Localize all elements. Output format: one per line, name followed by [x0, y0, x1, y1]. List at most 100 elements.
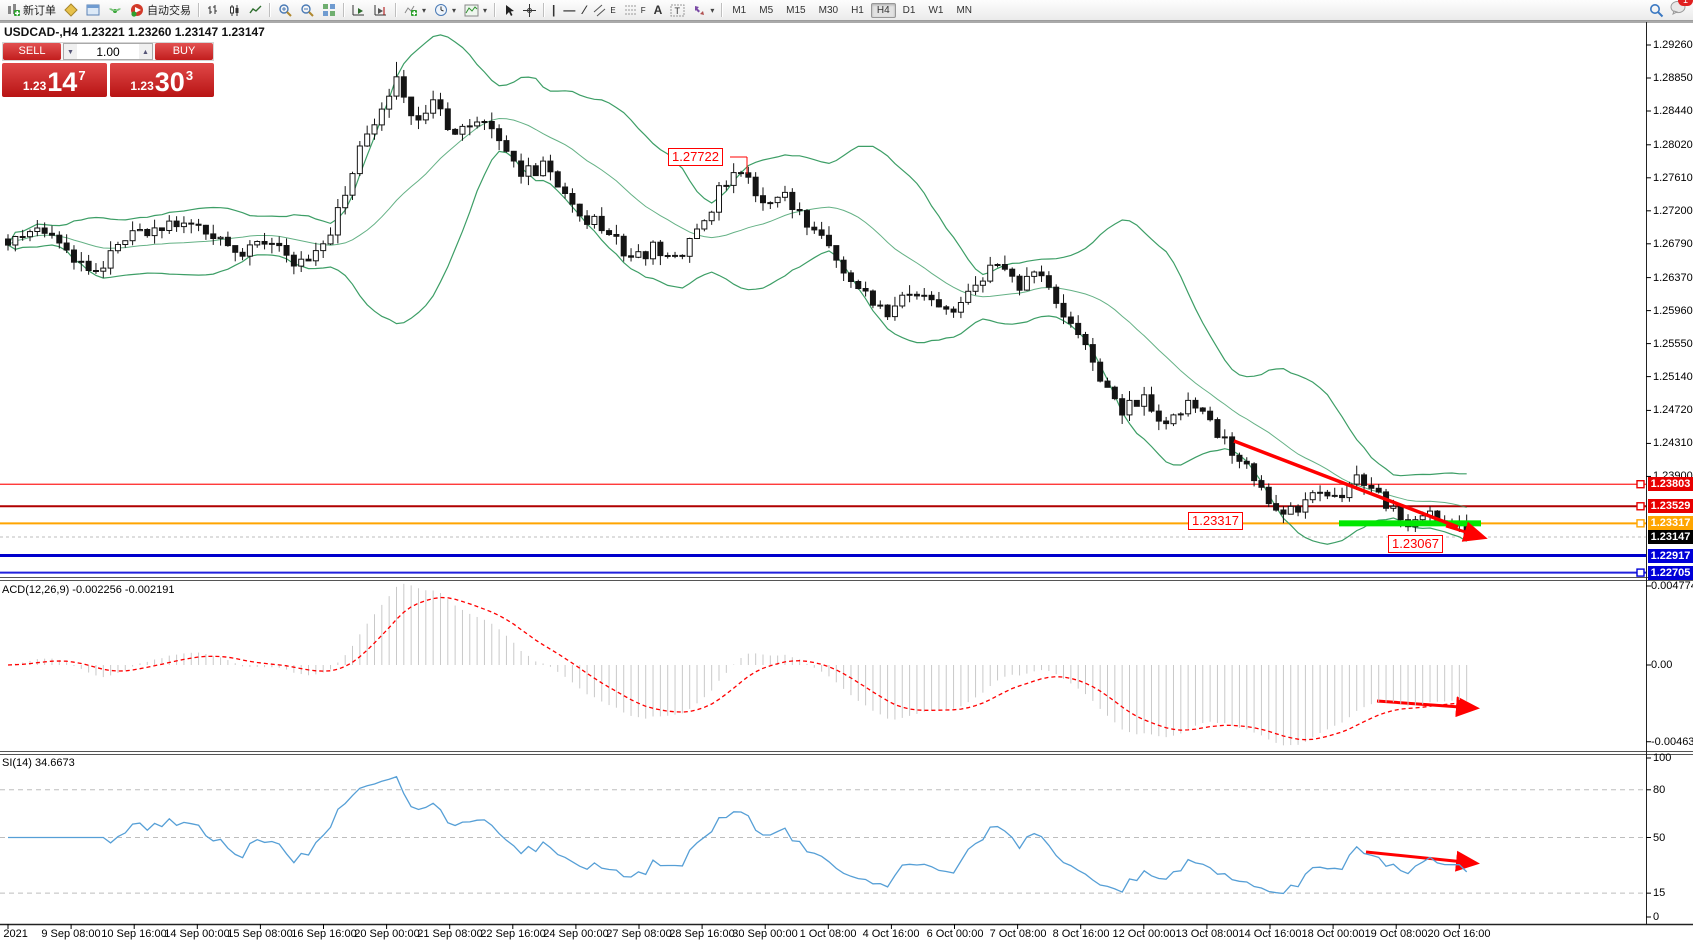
timeframe-d1[interactable]: D1: [897, 3, 922, 18]
volume-decrease-button[interactable]: ▼: [64, 44, 77, 59]
price-annotation[interactable]: 1.23317: [1188, 512, 1243, 530]
volume-input[interactable]: [77, 44, 139, 59]
timeframe-mn[interactable]: MN: [950, 3, 978, 18]
tile-windows-button[interactable]: [318, 1, 340, 20]
fibonacci-letter: F: [641, 6, 646, 15]
clock-icon: [434, 3, 448, 17]
auto-scroll-button[interactable]: [348, 1, 370, 20]
template-icon: [464, 4, 479, 17]
svg-text:T: T: [675, 6, 681, 16]
new-order-button[interactable]: 新订单: [2, 1, 60, 20]
timeframe-m1[interactable]: M1: [726, 3, 752, 18]
trendline-icon: ⁄: [583, 3, 585, 17]
toolbar-right-group: 1: [1649, 0, 1691, 20]
text-label-button[interactable]: T: [666, 1, 689, 20]
line-chart-button[interactable]: [245, 1, 266, 20]
timeframe-h4[interactable]: H4: [871, 3, 896, 18]
dropdown-caret: ▾: [483, 6, 487, 15]
dropdown-caret: ▾: [452, 6, 456, 15]
price-annotation[interactable]: 1.23067: [1388, 535, 1443, 553]
chart-shift-icon: [374, 4, 388, 17]
sell-button[interactable]: SELL: [3, 43, 61, 60]
horizontal-line-button[interactable]: —: [559, 1, 579, 20]
mt4-window: 新订单 自动交易 ▾ ▾ ▾ | —: [0, 0, 1693, 940]
notifications-button[interactable]: 1: [1670, 0, 1687, 20]
crosshair-icon: [523, 4, 536, 17]
search-icon[interactable]: [1649, 3, 1664, 18]
bar-chart-button[interactable]: [203, 1, 224, 20]
profile-icon: [64, 3, 78, 17]
cursor-button[interactable]: [499, 1, 519, 20]
dropdown-caret: ▾: [710, 6, 714, 15]
bar-chart-icon: [207, 4, 220, 17]
indicators-icon: [404, 4, 418, 17]
dropdown-caret: ▾: [422, 6, 426, 15]
market-watch-icon: [86, 3, 100, 17]
zoom-in-button[interactable]: [274, 1, 296, 20]
cursor-icon: [503, 4, 515, 17]
toolbar-separator: [198, 3, 200, 17]
fibonacci-icon: [624, 4, 638, 17]
text-button[interactable]: A: [650, 1, 667, 20]
zoom-out-icon: [300, 3, 314, 17]
sell-price-sup: 7: [78, 68, 85, 83]
indicators-button[interactable]: ▾: [400, 1, 430, 20]
buy-price[interactable]: 1.23 30 3: [110, 63, 215, 97]
toolbar-separator: [269, 3, 271, 17]
market-watch-button[interactable]: [82, 1, 104, 20]
timeframe-m30[interactable]: M30: [813, 3, 844, 18]
chart-header: USDCAD-,H4 1.23221 1.23260 1.23147 1.231…: [4, 25, 265, 39]
channel-icon: [593, 4, 607, 17]
channel-letter: E: [610, 6, 615, 15]
zoom-in-icon: [278, 3, 292, 17]
channel-button[interactable]: E: [589, 1, 619, 20]
timeframe-w1[interactable]: W1: [922, 3, 949, 18]
text-icon: A: [654, 3, 663, 17]
buy-price-prefix: 1.23: [130, 79, 153, 93]
profiles-button[interactable]: [60, 1, 82, 20]
timeframe-row: M1M5M15M30H1H4D1W1MN: [726, 3, 978, 18]
price-annotation[interactable]: 1.27722: [668, 148, 723, 166]
periods-button[interactable]: ▾: [430, 1, 460, 20]
volume-stepper: ▼ ▲: [63, 43, 153, 60]
zoom-out-button[interactable]: [296, 1, 318, 20]
candle-chart-button[interactable]: [224, 1, 245, 20]
timeframe-m5[interactable]: M5: [753, 3, 779, 18]
vertical-line-button[interactable]: |: [548, 1, 559, 20]
crosshair-button[interactable]: [519, 1, 540, 20]
price-display: 1.23 14 7 1.23 30 3: [2, 63, 214, 97]
order-controls: SELL ▼ ▲ BUY: [2, 42, 214, 61]
hline-icon: —: [563, 3, 575, 17]
toolbar-separator: [343, 3, 345, 17]
autotrading-icon: [130, 3, 144, 17]
signals-button[interactable]: [104, 1, 126, 20]
new-order-label: 新订单: [23, 2, 56, 18]
vline-icon: |: [552, 3, 555, 17]
chart-shift-button[interactable]: [370, 1, 392, 20]
sell-price-prefix: 1.23: [23, 79, 46, 93]
sell-price[interactable]: 1.23 14 7: [2, 63, 107, 97]
tile-windows-icon: [322, 3, 336, 17]
buy-price-sup: 3: [186, 68, 193, 83]
autotrading-label: 自动交易: [147, 2, 191, 18]
toolbar: 新订单 自动交易 ▾ ▾ ▾ | —: [0, 0, 1693, 21]
notification-badge: 1: [1678, 0, 1693, 6]
candle-chart-icon: [228, 4, 241, 17]
autotrading-button[interactable]: 自动交易: [126, 1, 195, 20]
text-label-icon: T: [670, 4, 685, 17]
auto-scroll-icon: [352, 4, 366, 17]
timeframe-m15[interactable]: M15: [780, 3, 811, 18]
timeframe-h1[interactable]: H1: [845, 3, 870, 18]
buy-button[interactable]: BUY: [155, 43, 213, 60]
arrows-button[interactable]: ▾: [689, 1, 718, 20]
volume-increase-button[interactable]: ▲: [139, 44, 152, 59]
trendline-button[interactable]: ⁄: [579, 1, 589, 20]
templates-button[interactable]: ▾: [460, 1, 491, 20]
toolbar-separator: [395, 3, 397, 17]
buy-price-big: 30: [155, 69, 185, 95]
fibonacci-button[interactable]: F: [620, 1, 650, 20]
toolbar-separator: [721, 3, 723, 17]
signal-icon: [108, 3, 122, 17]
chart-canvas[interactable]: [0, 0, 1693, 940]
one-click-trading-panel: SELL ▼ ▲ BUY 1.23 14 7 1.23 30 3: [2, 42, 214, 97]
